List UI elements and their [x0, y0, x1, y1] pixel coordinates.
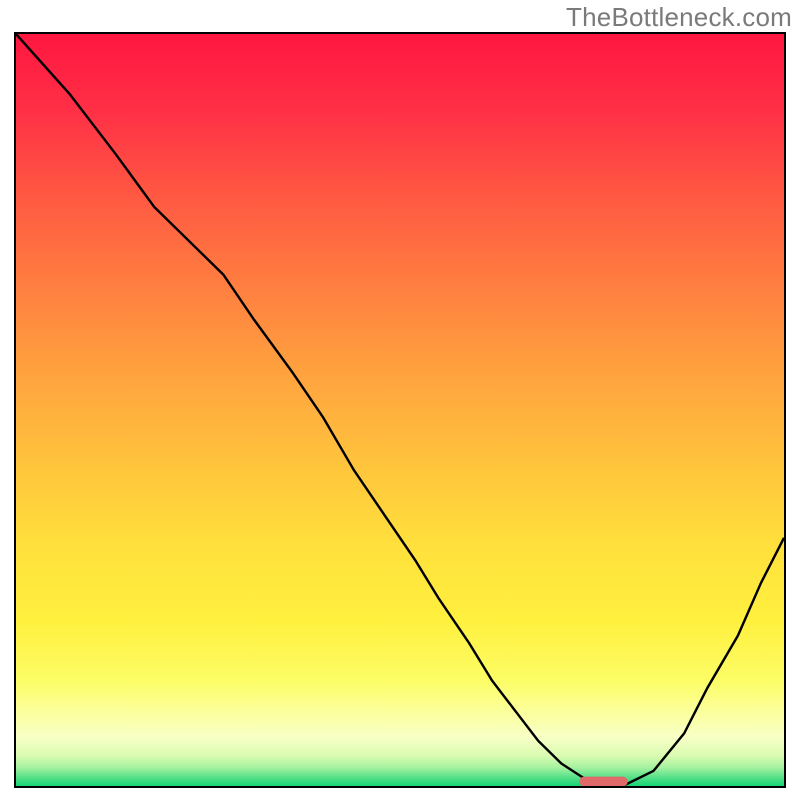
bottleneck-curve	[16, 34, 784, 786]
watermark-text: TheBottleneck.com	[566, 2, 792, 33]
curve-layer	[16, 34, 784, 786]
chart-stage: TheBottleneck.com	[0, 0, 800, 800]
plot-frame	[14, 32, 786, 788]
